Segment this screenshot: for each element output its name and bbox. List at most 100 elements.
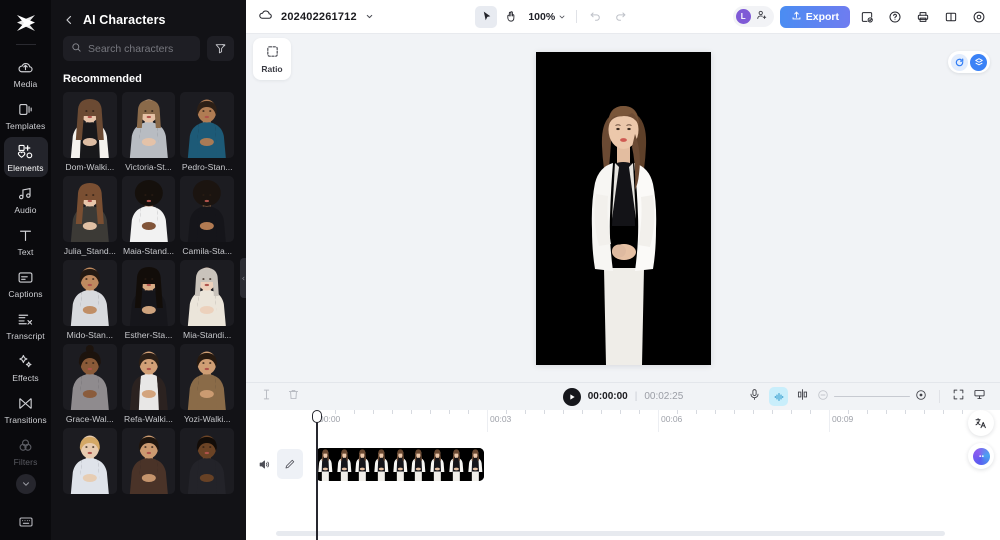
sidebar-item-text[interactable]: Text xyxy=(4,221,48,261)
delete-trash-icon[interactable] xyxy=(287,388,300,406)
character-thumbnail[interactable] xyxy=(122,176,176,242)
split-clip-icon[interactable] xyxy=(796,388,809,406)
sidebar-item-label: Audio xyxy=(14,205,36,215)
sidebar-item-transitions[interactable]: Transitions xyxy=(4,389,48,429)
ai-assistant-icon[interactable] xyxy=(968,443,994,469)
character-thumbnail[interactable] xyxy=(122,344,176,410)
character-thumbnail[interactable] xyxy=(180,176,234,242)
timeline-ruler[interactable]: 00:0000:0300:0600:09 xyxy=(316,410,1000,432)
sidebar-item-effects[interactable]: Effects xyxy=(4,347,48,387)
layers-compare-icon[interactable] xyxy=(970,54,987,71)
character-thumbnail[interactable] xyxy=(180,344,234,410)
main-area: 202402261712 xyxy=(246,0,1000,540)
character-card[interactable]: Esther-Sta... xyxy=(122,260,176,340)
user-invite-pill[interactable]: L xyxy=(733,6,774,27)
sidebar-item-media[interactable]: Media xyxy=(4,53,48,93)
empty-track-lane[interactable] xyxy=(316,492,1000,524)
character-thumbnail[interactable] xyxy=(180,92,234,158)
chevron-down-icon[interactable] xyxy=(365,8,374,26)
zoom-out-circle-icon[interactable] xyxy=(817,388,829,406)
filter-funnel-icon[interactable] xyxy=(207,36,234,61)
character-thumbnail[interactable] xyxy=(122,428,176,494)
export-button[interactable]: Export xyxy=(780,6,850,28)
character-card[interactable]: Camila-Sta... xyxy=(180,176,234,256)
capcut-logo-icon[interactable] xyxy=(9,6,43,40)
play-button[interactable] xyxy=(563,388,581,406)
timeline-horizontal-scrollbar[interactable] xyxy=(276,531,945,536)
character-thumbnail[interactable] xyxy=(122,92,176,158)
slider-track[interactable] xyxy=(834,396,910,398)
chevron-left-icon[interactable] xyxy=(63,14,75,26)
character-thumbnail[interactable] xyxy=(63,344,117,410)
character-card[interactable]: Julia_Stand... xyxy=(63,176,117,256)
character-card[interactable]: Mia-Standi... xyxy=(180,260,234,340)
add-person-icon[interactable] xyxy=(756,8,768,26)
zoom-in-circle-icon[interactable] xyxy=(915,388,927,406)
sidebar-item-elements[interactable]: Elements xyxy=(4,137,48,177)
timeline-zoom-slider[interactable] xyxy=(817,388,927,406)
playhead-handle[interactable] xyxy=(312,410,322,423)
section-title-recommended: Recommended xyxy=(51,61,246,92)
split-marker-icon[interactable] xyxy=(260,388,273,406)
chevron-down-icon[interactable] xyxy=(16,474,36,494)
search-input[interactable] xyxy=(88,43,192,55)
fullscreen-icon[interactable] xyxy=(952,388,965,406)
ruler-tick xyxy=(696,410,697,414)
zoom-level-dropdown[interactable]: 100% xyxy=(528,11,566,23)
ruler-tick xyxy=(544,410,545,414)
project-info[interactable]: 202402261712 xyxy=(258,7,374,27)
character-card[interactable] xyxy=(180,428,234,494)
redo-icon[interactable] xyxy=(609,6,631,28)
video-clip[interactable] xyxy=(316,448,484,481)
speaker-volume-icon[interactable] xyxy=(258,458,271,471)
print-icon[interactable] xyxy=(912,6,934,28)
sidebar-item-captions[interactable]: Captions xyxy=(4,263,48,303)
sidebar-item-transcript[interactable]: Transcript xyxy=(4,305,48,345)
layout-split-icon[interactable] xyxy=(940,6,962,28)
character-thumbnail[interactable] xyxy=(180,260,234,326)
pencil-edit-icon[interactable] xyxy=(277,449,303,479)
keyboard-shortcuts-icon[interactable] xyxy=(0,514,51,530)
character-thumbnail[interactable] xyxy=(180,428,234,494)
voice-enhance-icon[interactable] xyxy=(769,387,788,406)
character-card[interactable]: Maia-Stand... xyxy=(122,176,176,256)
character-name: Camila-Sta... xyxy=(180,246,234,256)
hand-pan-icon[interactable] xyxy=(500,6,522,28)
character-thumbnail[interactable] xyxy=(63,428,117,494)
character-thumbnail[interactable] xyxy=(122,260,176,326)
ruler-tick xyxy=(468,410,469,414)
search-input-wrapper[interactable] xyxy=(63,36,200,61)
character-thumbnail[interactable] xyxy=(63,260,117,326)
settings-gear-icon[interactable] xyxy=(968,6,990,28)
sidebar-item-label: Templates xyxy=(6,121,46,131)
character-card[interactable]: Grace-Wal... xyxy=(63,344,117,424)
ruler-tick xyxy=(962,410,963,414)
sidebar-item-filters[interactable]: Filters xyxy=(4,431,48,471)
character-card[interactable]: Victoria-St... xyxy=(122,92,176,172)
help-question-icon[interactable] xyxy=(884,6,906,28)
character-card[interactable] xyxy=(63,428,117,494)
character-thumbnail[interactable] xyxy=(63,176,117,242)
sidebar-item-audio[interactable]: Audio xyxy=(4,179,48,219)
undo-icon[interactable] xyxy=(584,6,606,28)
character-card[interactable]: Mido-Stan... xyxy=(63,260,117,340)
sidebar-item-templates[interactable]: Templates xyxy=(4,95,48,135)
present-monitor-icon[interactable] xyxy=(973,388,986,406)
ratio-button[interactable]: Ratio xyxy=(253,38,291,80)
select-cursor-icon[interactable] xyxy=(475,6,497,28)
translate-language-icon[interactable] xyxy=(968,410,994,436)
character-card[interactable] xyxy=(122,428,176,494)
video-preview-canvas[interactable] xyxy=(536,52,711,365)
transcript-icon xyxy=(17,310,35,328)
playhead[interactable] xyxy=(316,414,318,540)
reset-refresh-icon[interactable] xyxy=(951,54,968,71)
character-card[interactable]: Refa-Walki... xyxy=(122,344,176,424)
character-card[interactable]: Dom-Walki... xyxy=(63,92,117,172)
floating-action-buttons xyxy=(968,410,994,469)
character-thumbnail[interactable] xyxy=(63,92,117,158)
character-card[interactable]: Pedro-Stan... xyxy=(180,92,234,172)
microphone-icon[interactable] xyxy=(748,388,761,406)
character-card[interactable]: Yozi-Walki... xyxy=(180,344,234,424)
panel-collapse-handle[interactable] xyxy=(240,258,246,298)
save-to-cloud-icon[interactable] xyxy=(856,6,878,28)
